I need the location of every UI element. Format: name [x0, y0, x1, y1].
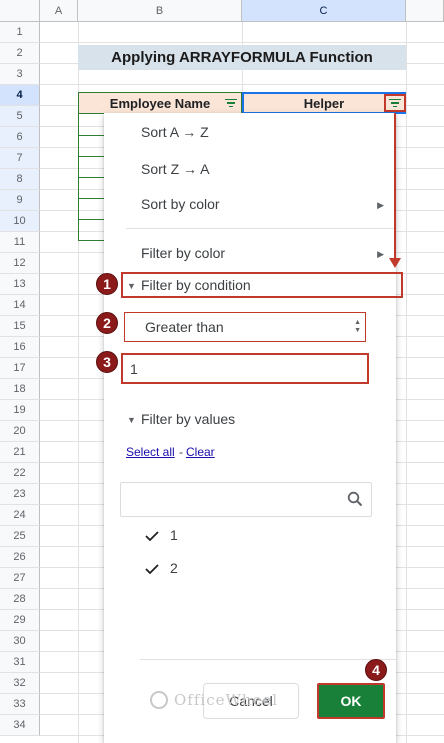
- row-header[interactable]: 32: [0, 673, 40, 694]
- row-header[interactable]: 22: [0, 463, 40, 484]
- menu-item-sort-az[interactable]: Sort A → Z: [141, 124, 209, 140]
- filter-icon[interactable]: [222, 95, 240, 111]
- row-header[interactable]: 9: [0, 190, 40, 211]
- row-header[interactable]: 27: [0, 568, 40, 589]
- table-row-line: [78, 198, 106, 199]
- row-header[interactable]: 17: [0, 358, 40, 379]
- row-header[interactable]: 10: [0, 211, 40, 232]
- row-header[interactable]: 4: [0, 85, 40, 106]
- row-header[interactable]: 30: [0, 631, 40, 652]
- value-option-2[interactable]: 2: [170, 560, 178, 576]
- annotation-badge-4: 4: [365, 659, 387, 681]
- value-option-1[interactable]: 1: [170, 527, 178, 543]
- row-header[interactable]: 33: [0, 694, 40, 715]
- row-header[interactable]: 13: [0, 274, 40, 295]
- caret-down-icon[interactable]: ▼: [127, 415, 136, 425]
- table-row-line: [78, 135, 106, 136]
- search-icon: [347, 491, 363, 507]
- column-header-b[interactable]: B: [78, 0, 242, 22]
- menu-item-sort-za[interactable]: Sort Z → A: [141, 161, 209, 177]
- row-header[interactable]: 21: [0, 442, 40, 463]
- column-header-c[interactable]: C: [242, 0, 406, 22]
- row-header[interactable]: 28: [0, 589, 40, 610]
- row-header[interactable]: 6: [0, 127, 40, 148]
- column-header-d[interactable]: [406, 0, 444, 22]
- table-row-line: [78, 240, 106, 241]
- menu-item-filter-by-color[interactable]: Filter by color: [141, 245, 225, 261]
- annotation-arrowhead-icon: [389, 258, 401, 268]
- filter-icon-active[interactable]: [384, 94, 406, 112]
- grid-column-line: [406, 22, 407, 743]
- annotation-badge-3: 3: [96, 351, 118, 373]
- row-header[interactable]: 8: [0, 169, 40, 190]
- annotation-badge-2: 2: [96, 312, 118, 334]
- select-all-link[interactable]: Select all: [126, 445, 175, 459]
- menu-item-sort-by-color[interactable]: Sort by color: [141, 196, 220, 212]
- row-header[interactable]: 25: [0, 526, 40, 547]
- table-row-line: [78, 177, 106, 178]
- submenu-arrow-icon: ▶: [377, 249, 384, 259]
- watermark: OfficeWheel: [150, 691, 278, 709]
- header-cell-employee-name[interactable]: Employee Name: [78, 92, 242, 114]
- condition-select[interactable]: Greater than ▲ ▼: [124, 312, 366, 342]
- menu-footer-divider: [140, 659, 396, 660]
- row-header[interactable]: 16: [0, 337, 40, 358]
- row-header[interactable]: 5: [0, 106, 40, 127]
- row-header[interactable]: 7: [0, 148, 40, 169]
- filter-menu: Sort A → Z Sort Z → A Sort by color ▶ Fi…: [104, 113, 396, 743]
- link-separator: -: [179, 445, 183, 459]
- row-header[interactable]: 19: [0, 400, 40, 421]
- row-header[interactable]: 34: [0, 715, 40, 736]
- header-cell-helper[interactable]: Helper: [242, 92, 406, 114]
- submenu-arrow-icon: ▶: [377, 200, 384, 210]
- row-header[interactable]: 1: [0, 22, 40, 43]
- filter-by-condition-toggle[interactable]: Filter by condition: [141, 277, 251, 293]
- table-row-line: [78, 156, 106, 157]
- watermark-text: OfficeWheel: [174, 691, 279, 709]
- row-header[interactable]: 14: [0, 295, 40, 316]
- values-search-input[interactable]: [120, 482, 372, 517]
- ok-button[interactable]: OK: [317, 683, 385, 719]
- menu-divider: [126, 228, 396, 229]
- row-header[interactable]: 23: [0, 484, 40, 505]
- row-header[interactable]: 31: [0, 652, 40, 673]
- select-caret-icon: ▲ ▼: [354, 319, 361, 334]
- row-header[interactable]: 3: [0, 64, 40, 85]
- row-header[interactable]: 18: [0, 379, 40, 400]
- row-header[interactable]: 11: [0, 232, 40, 253]
- row-header[interactable]: 20: [0, 421, 40, 442]
- condition-select-value: Greater than: [145, 319, 224, 335]
- title-cell[interactable]: Applying ARRAYFORMULA Function: [78, 45, 406, 70]
- row-header[interactable]: 26: [0, 547, 40, 568]
- select-all-corner[interactable]: [0, 0, 40, 22]
- filter-by-values-toggle[interactable]: Filter by values: [141, 411, 235, 427]
- clear-link[interactable]: Clear: [186, 445, 215, 459]
- row-header[interactable]: 24: [0, 505, 40, 526]
- table-row-line: [78, 219, 106, 220]
- annotation-badge-1: 1: [96, 273, 118, 295]
- checkmark-icon[interactable]: [145, 564, 159, 574]
- annotation-arrow: [394, 113, 396, 263]
- row-header[interactable]: 2: [0, 43, 40, 64]
- row-header[interactable]: 15: [0, 316, 40, 337]
- caret-down-icon[interactable]: ▼: [127, 281, 136, 291]
- row-header[interactable]: 12: [0, 253, 40, 274]
- condition-value-input[interactable]: 1: [121, 353, 369, 384]
- column-header-a[interactable]: A: [40, 0, 78, 22]
- row-header[interactable]: 29: [0, 610, 40, 631]
- checkmark-icon[interactable]: [145, 531, 159, 541]
- watermark-logo-icon: [150, 691, 168, 709]
